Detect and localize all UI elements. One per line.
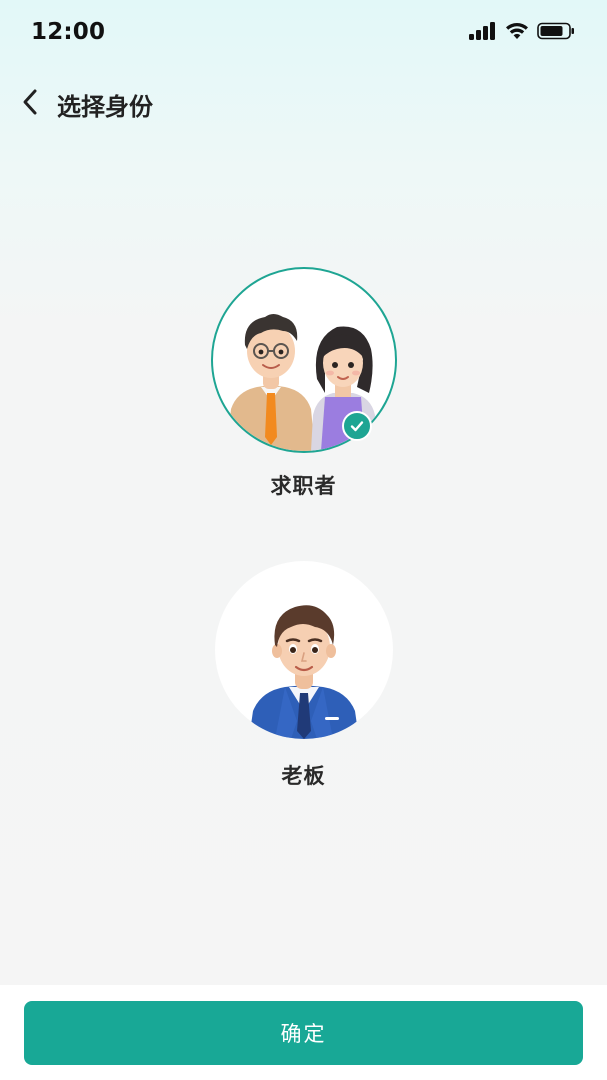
status-bar: 12:00 xyxy=(0,0,607,66)
wifi-icon xyxy=(505,22,529,44)
confirm-button[interactable]: 确定 xyxy=(24,1001,583,1065)
role-option-boss[interactable]: 老板 xyxy=(0,556,607,790)
avatar-wrap xyxy=(210,266,398,454)
role-option-job-seeker[interactable]: 求职者 xyxy=(0,266,607,500)
role-label-boss: 老板 xyxy=(281,764,326,788)
bottom-bar: 确定 xyxy=(0,985,607,1080)
page-title: 选择身份 xyxy=(57,93,153,121)
boss-illustration xyxy=(248,605,359,739)
boss-avatar xyxy=(214,561,393,739)
status-time: 12:00 xyxy=(31,19,106,45)
back-button[interactable] xyxy=(10,84,50,124)
role-label-job-seeker: 求职者 xyxy=(270,474,337,498)
battery-icon xyxy=(537,22,575,44)
avatar-wrap xyxy=(210,556,398,744)
cellular-signal-icon xyxy=(469,22,497,44)
selected-check-icon xyxy=(341,411,372,441)
chevron-left-icon xyxy=(19,88,41,120)
header: 选择身份 xyxy=(0,78,607,130)
status-icons xyxy=(469,22,575,44)
